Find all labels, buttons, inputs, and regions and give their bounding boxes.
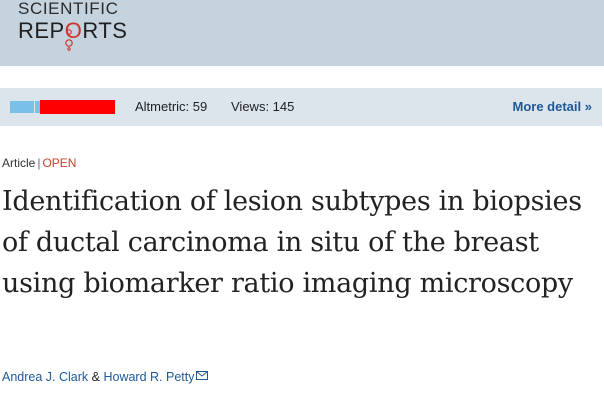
article-title: Identification of lesion subtypes in bio…: [2, 186, 582, 299]
article-type-separator: |: [37, 156, 41, 170]
article-type-line: Article | OPEN: [2, 156, 76, 170]
envelope-icon[interactable]: [196, 371, 209, 380]
author-link-1[interactable]: Andrea J. Clark: [2, 370, 88, 384]
site-header: SCIENTIFIC REPORTS: [0, 0, 604, 66]
author-list: Andrea J. Clark & Howard R. Petty: [2, 370, 209, 384]
author-link-2[interactable]: Howard R. Petty: [103, 370, 194, 384]
author-joiner: &: [91, 370, 100, 384]
double-chevron-right-icon: »: [584, 99, 592, 114]
gear-icon: [65, 29, 73, 51]
logo-text-top[interactable]: SCIENTIFIC: [18, 0, 118, 18]
metrics-bar: Altmetric: 59 Views: 145 More detail »: [0, 88, 602, 126]
open-access-label: OPEN: [42, 156, 77, 170]
more-detail-link[interactable]: More detail »: [513, 99, 592, 114]
article-type-label: Article: [2, 156, 36, 170]
metric-badge-blue[interactable]: [10, 101, 34, 113]
logo-text-rep: REP: [18, 18, 65, 43]
metric-badge-red[interactable]: [40, 100, 115, 114]
views-count: Views: 145: [231, 99, 295, 114]
more-detail-label: More detail: [512, 99, 582, 114]
altmetric-count: Altmetric: 59: [135, 99, 208, 114]
logo-text-rts: RTS: [82, 18, 128, 43]
